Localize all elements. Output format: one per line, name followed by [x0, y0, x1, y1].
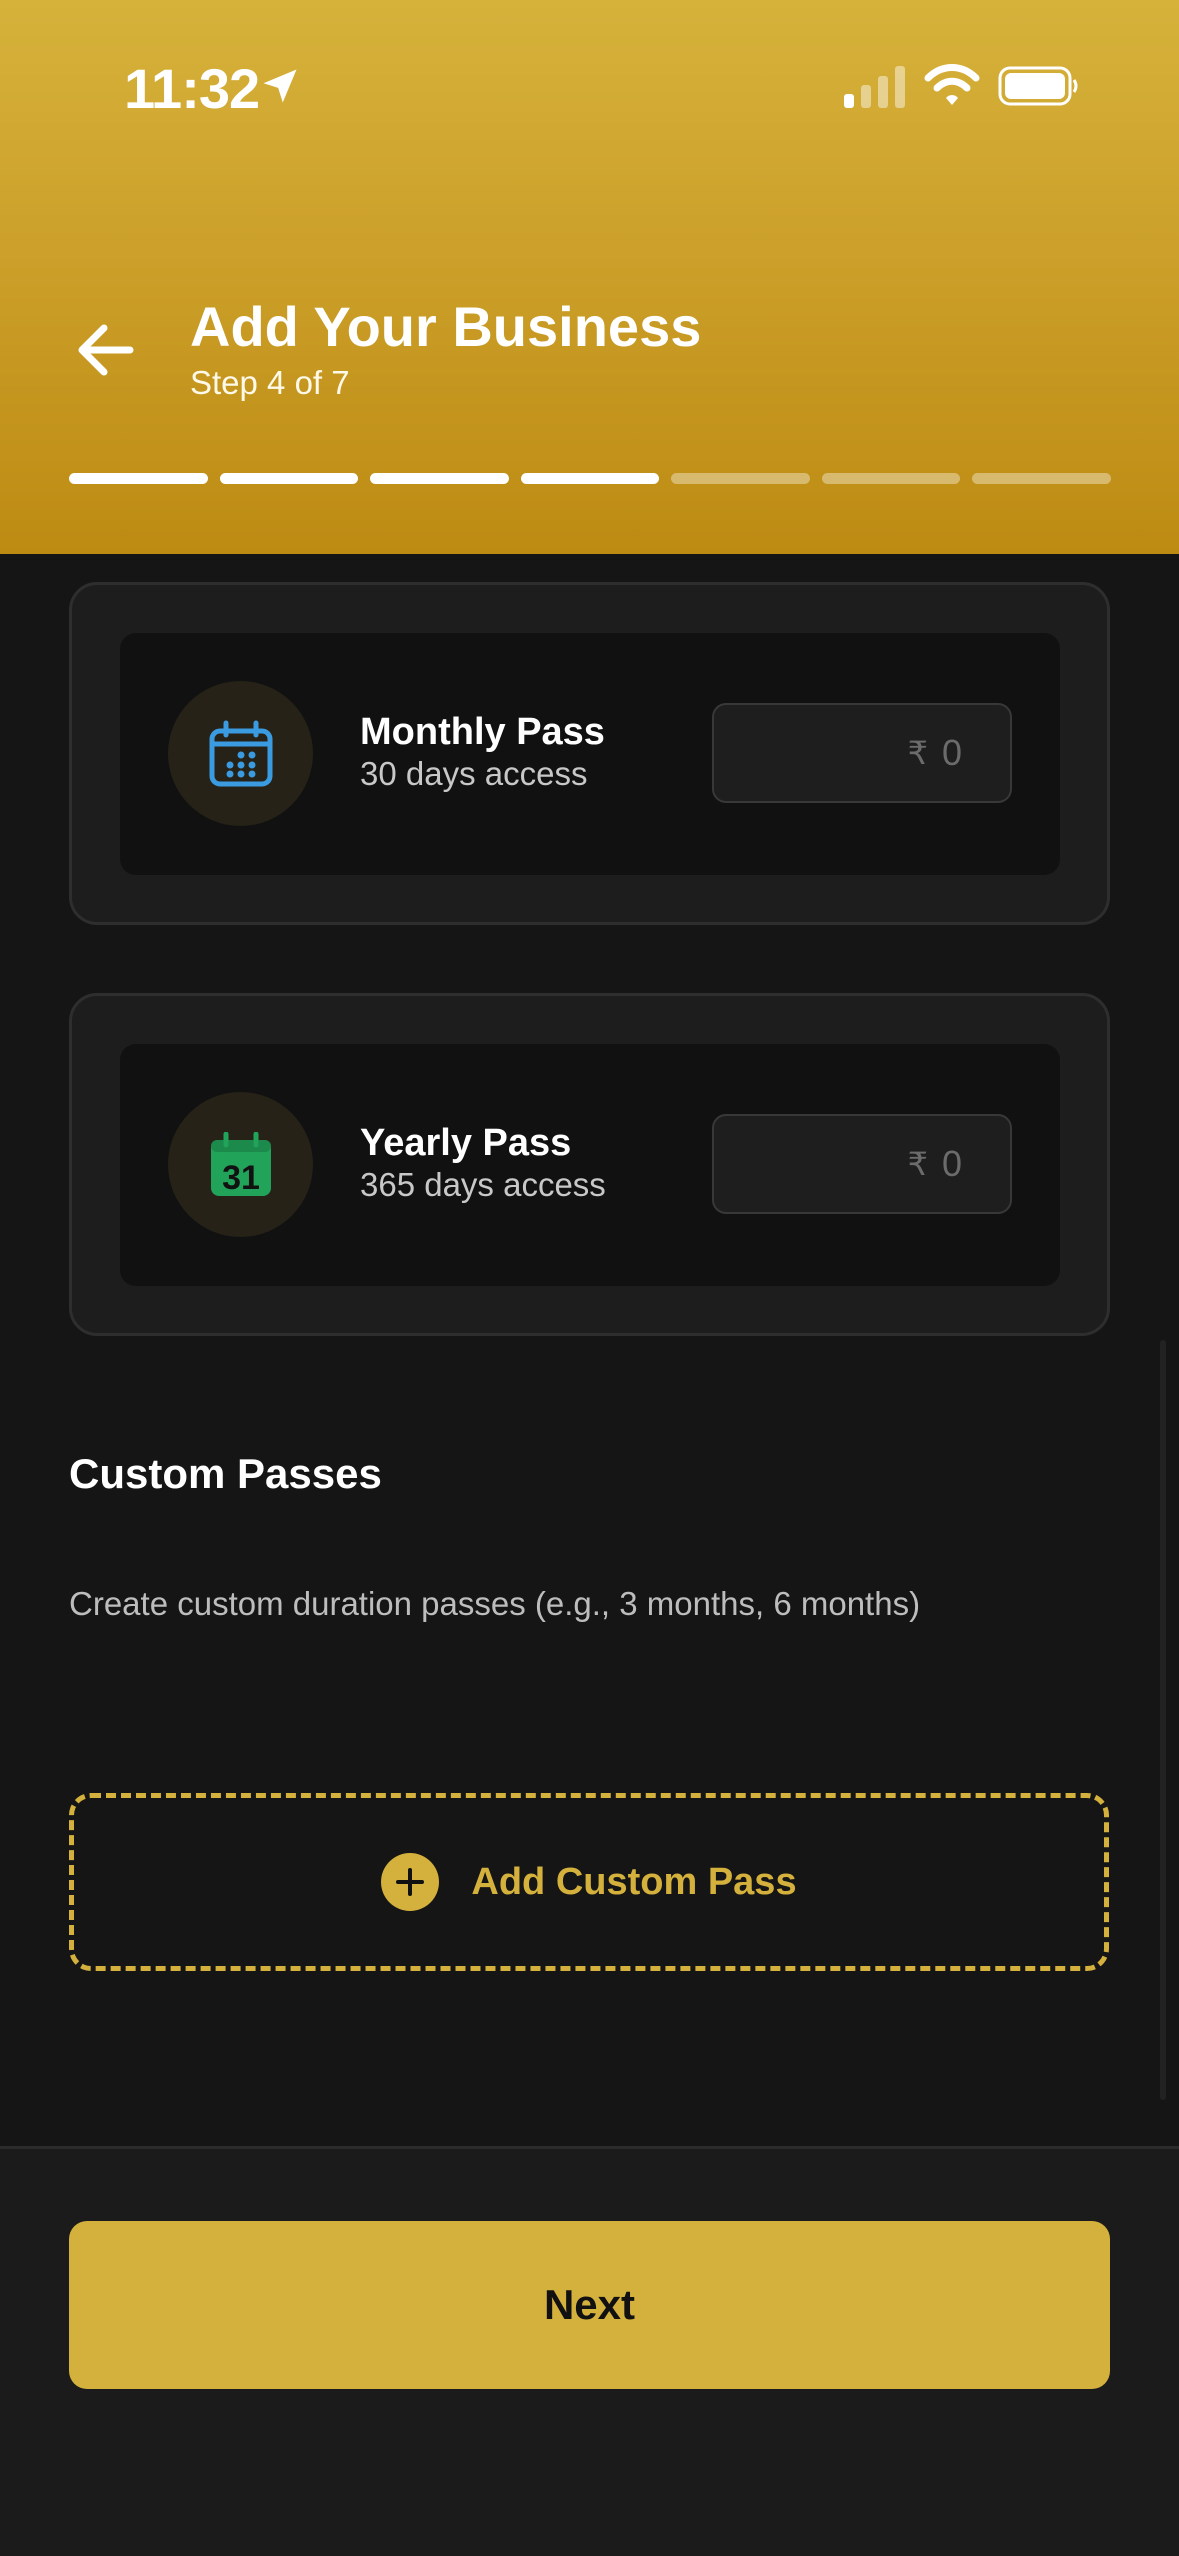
price-placeholder: 0 [941, 732, 962, 773]
yearly-pass-price-input[interactable]: ₹ 0 [712, 1114, 1012, 1214]
calendar-day-number: 31 [222, 1159, 260, 1197]
monthly-pass-card: Monthly Pass 30 days access ₹ 0 [69, 582, 1110, 925]
custom-passes-description: Create custom duration passes (e.g., 3 m… [69, 1585, 921, 1622]
calendar-31-icon: 31 [210, 1131, 271, 1197]
add-custom-pass-button[interactable]: Add Custom Pass [69, 1793, 1109, 1971]
plus-icon [396, 1868, 425, 1896]
scrollbar[interactable] [1160, 1340, 1166, 2100]
status-time: 11:32 [124, 57, 260, 120]
header: 11:32 Add Your Business Step 4 of 7 [0, 0, 1179, 554]
monthly-pass-price-input[interactable]: ₹ 0 [712, 703, 1012, 803]
add-business-screen: 11:32 Add Your Business Step 4 of 7 Mont… [0, 0, 1179, 2556]
back-button[interactable] [66, 310, 146, 390]
monthly-pass-title: Monthly Pass [360, 711, 605, 753]
footer: Next [0, 2146, 1179, 2556]
next-button[interactable]: Next [69, 2221, 1110, 2389]
progress-segment-5 [671, 473, 810, 484]
wifi-icon [924, 64, 980, 105]
battery-icon [998, 66, 1078, 106]
add-custom-pass-label: Add Custom Pass [471, 1860, 797, 1903]
cellular-signal-icon [844, 66, 905, 108]
rupee-symbol: ₹ [907, 1146, 928, 1182]
yearly-pass-icon-badge: 31 [168, 1092, 313, 1237]
plus-circle-icon [381, 1853, 440, 1911]
progress-segment-7 [972, 473, 1112, 484]
step-indicator: Step 4 of 7 [190, 364, 350, 401]
progress-segment-3 [370, 473, 509, 484]
custom-passes-heading: Custom Passes [69, 1450, 382, 1497]
yearly-pass-card: 31 Yearly Pass 365 days access ₹ 0 [69, 993, 1110, 1336]
yearly-pass-row: 31 Yearly Pass 365 days access ₹ 0 [120, 1044, 1060, 1286]
calendar-icon [209, 720, 272, 786]
monthly-pass-description: 30 days access [360, 755, 588, 792]
page-title: Add Your Business [190, 295, 702, 358]
price-placeholder: 0 [941, 1143, 962, 1184]
progress-segment-6 [821, 473, 961, 484]
yearly-pass-description: 365 days access [360, 1166, 606, 1203]
step-progress-bar [69, 473, 1112, 484]
location-arrow-icon [263, 69, 297, 103]
monthly-pass-row: Monthly Pass 30 days access ₹ 0 [120, 633, 1060, 875]
progress-segment-2 [219, 473, 359, 484]
rupee-symbol: ₹ [907, 735, 928, 771]
arrow-left-icon [78, 324, 134, 376]
progress-segment-1 [69, 473, 208, 484]
progress-segment-4 [520, 473, 660, 484]
monthly-pass-icon-badge [168, 681, 313, 826]
yearly-pass-title: Yearly Pass [360, 1122, 572, 1164]
